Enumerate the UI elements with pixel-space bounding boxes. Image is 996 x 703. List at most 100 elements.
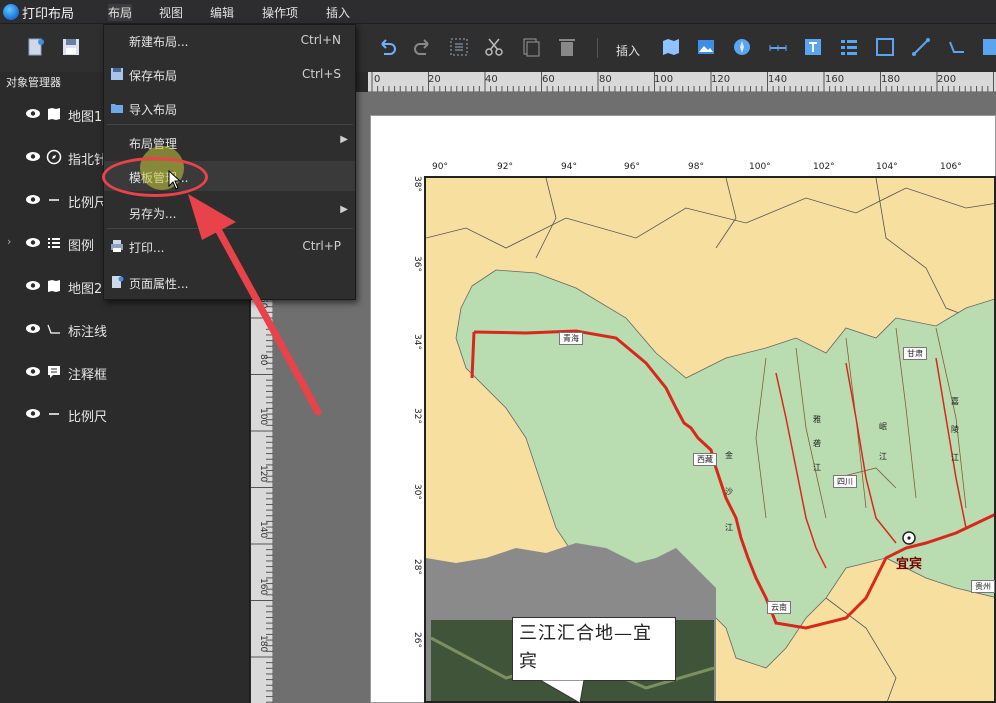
expand-chevron-icon[interactable]: › (7, 235, 11, 248)
copy-icon[interactable] (520, 36, 542, 58)
save-icon (111, 68, 123, 80)
insert-map-icon[interactable] (660, 36, 682, 58)
menu-item-label: 新建布局... (129, 35, 189, 49)
insert-text-icon[interactable] (802, 36, 824, 58)
map-label-guizhou: 贵州 (971, 580, 995, 593)
insert-leader-line-icon[interactable] (946, 36, 968, 58)
tree-item-label: 标注线 (68, 325, 108, 340)
toolbar-separator (597, 38, 598, 58)
menu-item-import-layout[interactable]: 导入布局 (104, 93, 355, 123)
menu-edit[interactable]: 编辑 (210, 4, 234, 21)
ruler-label: 60 (542, 74, 555, 85)
eye-icon[interactable] (25, 151, 41, 162)
map-label-tibet: 西藏 (693, 453, 717, 466)
menu-item-new-layout[interactable]: 新建布局... Ctrl+N (104, 25, 355, 55)
app-logo-icon (3, 4, 19, 20)
eye-icon[interactable] (25, 237, 41, 248)
app-title: 打印布局 (22, 7, 75, 22)
submenu-arrow-icon: ▶ (340, 204, 348, 215)
insert-callout-icon[interactable] (980, 36, 996, 58)
menu-separator (106, 228, 353, 229)
eye-icon[interactable] (25, 323, 41, 334)
insert-scalebar-icon[interactable] (767, 36, 789, 58)
select-all-icon[interactable] (448, 36, 470, 58)
menu-item-save-layout[interactable]: 保存布局 Ctrl+S (104, 59, 355, 89)
latitude-label: 26° (412, 632, 422, 648)
cut-icon[interactable] (483, 36, 505, 58)
latitude-label: 30° (412, 484, 422, 500)
menu-item-page-properties[interactable]: 页面属性... (104, 267, 355, 297)
latitude-label: 28° (412, 559, 422, 575)
shortcut-label: Ctrl+S (301, 67, 341, 81)
longitude-label: 90° (432, 162, 448, 172)
menu-operations[interactable]: 操作项 (262, 4, 298, 21)
ruler-label: 80 (258, 354, 268, 366)
shortcut-label: Ctrl+N (300, 33, 341, 47)
comment-icon (48, 366, 60, 378)
tree-item-label: 注释框 (68, 368, 108, 383)
insert-line-icon[interactable] (910, 36, 932, 58)
tree-item-label: 比例尺 (68, 196, 108, 211)
insert-image-icon[interactable] (695, 36, 717, 58)
ruler-label: 120 (258, 465, 268, 483)
ruler-label: 160 (825, 74, 845, 85)
eye-icon[interactable] (25, 108, 41, 119)
longitude-label: 92° (497, 162, 513, 172)
menu-item-layout-management[interactable]: 布局管理 ▶ (104, 127, 355, 157)
insert-legend-icon[interactable] (838, 36, 860, 58)
ruler-label: 120 (711, 74, 731, 85)
insert-frame-icon[interactable] (874, 36, 896, 58)
menu-item-label: 保存布局 (129, 69, 178, 83)
menu-layout[interactable]: 布局 (108, 4, 133, 21)
menu-item-label: 另存为... (129, 207, 177, 221)
tree-item-label: 图例 (68, 239, 95, 254)
annotation-callout[interactable]: 三江汇合地—宜宾 (512, 617, 676, 681)
ruler-label: 140 (768, 74, 788, 85)
ruler-label: 40 (485, 74, 498, 85)
delete-icon[interactable] (556, 36, 578, 58)
ruler-label: 20 (428, 74, 441, 85)
longitude-label: 94° (561, 162, 577, 172)
latitude-label: 34° (412, 334, 422, 350)
leader-line-icon (47, 324, 60, 334)
tree-item-scalebar-2[interactable]: 比例尺 (0, 400, 250, 428)
map-label-min-jiang: 岷江 (879, 422, 887, 461)
scalebar-icon (49, 199, 59, 201)
menu-item-label: 打印... (129, 241, 165, 255)
menu-item-save-as[interactable]: 另存为... ▶ (104, 197, 355, 227)
new-layout-icon[interactable] (25, 36, 47, 58)
map-label-sichuan: 四川 (833, 475, 857, 488)
tree-item-label: 地图1 (68, 110, 103, 125)
horizontal-ruler (368, 72, 996, 92)
map-label-gansu: 甘肃 (903, 347, 927, 360)
scalebar-icon (49, 413, 59, 415)
save-icon[interactable] (60, 36, 82, 58)
menu-insert[interactable]: 插入 (326, 4, 350, 21)
panel-title: 对象管理器 (6, 76, 61, 89)
longitude-label: 104° (876, 162, 898, 172)
title-bar: 打印布局 布局 视图 编辑 操作项 插入 (0, 0, 996, 24)
menu-item-print[interactable]: 打印... Ctrl+P (104, 231, 355, 261)
redo-icon[interactable] (412, 36, 434, 58)
menu-view[interactable]: 视图 (159, 4, 183, 21)
eye-icon[interactable] (25, 280, 41, 291)
tree-item-label: 比例尺 (68, 410, 108, 425)
insert-compass-icon[interactable] (731, 36, 753, 58)
longitude-label: 106° (940, 162, 962, 172)
map-label-yibin: 宜宾 (896, 557, 923, 572)
eye-icon[interactable] (25, 408, 41, 419)
undo-icon[interactable] (376, 36, 398, 58)
tree-item-comment-box[interactable]: 注释框 (0, 358, 250, 386)
tree-item-leader-line[interactable]: 标注线 (0, 315, 250, 343)
tree-item-label: 地图2 (68, 282, 103, 297)
longitude-label: 96° (624, 162, 640, 172)
callout-pointer (540, 680, 584, 703)
eye-icon[interactable] (25, 194, 41, 205)
eye-icon[interactable] (25, 366, 41, 377)
longitude-label: 100° (749, 162, 771, 172)
map1-frame[interactable] (424, 176, 996, 703)
insert-label: 插入 (616, 44, 641, 58)
latitude-label: 38° (412, 176, 422, 192)
ruler-label: 0 (374, 74, 381, 85)
page-properties-icon (112, 276, 124, 288)
